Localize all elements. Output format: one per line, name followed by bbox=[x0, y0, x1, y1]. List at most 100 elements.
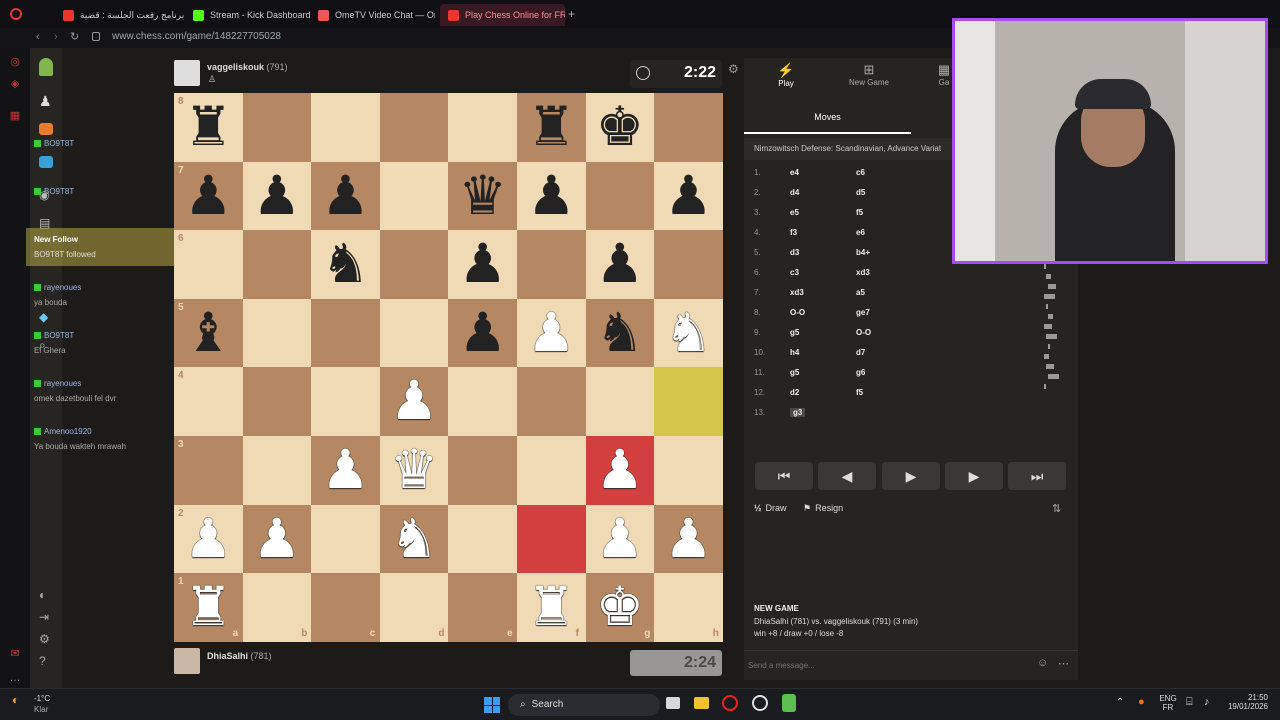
chess-board[interactable]: ♜ 8 ♜ ♚ ♟ 7 ♟ ♟ ♛ ♟ ♟ 6 ♞ ♟ ♟ ♝ 5 ♟ ♟ ♞ ♞ 4 ♟ 3 ♟ ♛ ♟ ♟ 2 ♟ ♞ ♟ ♟ ♜ 1 a b c d e… bbox=[174, 93, 723, 642]
sidebar-apps-icon[interactable]: ▦ bbox=[9, 110, 21, 122]
black-move[interactable]: f5 bbox=[856, 208, 926, 217]
white-move[interactable]: d2 bbox=[790, 388, 856, 397]
tab-1[interactable]: برنامج رفعت الجلسة : قضية bbox=[55, 4, 185, 26]
sidebar-flow-icon[interactable]: ◈ bbox=[9, 78, 21, 90]
white-piece-c3[interactable]: ♟ bbox=[311, 436, 380, 505]
square-h6[interactable] bbox=[654, 230, 723, 299]
square-f2[interactable] bbox=[517, 504, 586, 574]
next-move-button[interactable]: ▶ bbox=[945, 462, 1003, 490]
white-move[interactable]: g5 bbox=[790, 328, 856, 337]
opening-name[interactable]: Nimzowitsch Defense: Scandinavian, Advan… bbox=[744, 138, 952, 160]
last-move-button[interactable]: ⏭ bbox=[1008, 462, 1066, 490]
emoji-icon[interactable]: ☺ bbox=[1037, 657, 1048, 669]
tab-2[interactable]: Stream - Kick Dashboard bbox=[185, 4, 310, 26]
white-move[interactable]: e5 bbox=[790, 208, 856, 217]
learn-nav-icon[interactable] bbox=[39, 156, 53, 168]
white-piece-f5[interactable]: ♟ bbox=[517, 299, 586, 368]
black-piece-a7[interactable]: ♟ bbox=[174, 162, 243, 231]
square-c2[interactable] bbox=[311, 504, 380, 574]
tab-games[interactable]: ▦ Ga bbox=[936, 62, 952, 87]
square-d8[interactable] bbox=[379, 93, 449, 162]
language-indicator[interactable]: ENG FR bbox=[1159, 694, 1177, 712]
prev-move-button[interactable]: ◀ bbox=[818, 462, 876, 490]
black-move[interactable]: a5 bbox=[856, 288, 926, 297]
app-taskbar-icon[interactable] bbox=[752, 695, 768, 711]
black-piece-g6[interactable]: ♟ bbox=[586, 230, 655, 299]
black-piece-g5[interactable]: ♞ bbox=[586, 299, 655, 368]
message-input[interactable] bbox=[748, 657, 1028, 673]
white-piece-b2[interactable]: ♟ bbox=[243, 505, 312, 574]
white-move[interactable]: h4 bbox=[790, 348, 856, 357]
square-g7[interactable] bbox=[585, 161, 655, 231]
white-piece-g2[interactable]: ♟ bbox=[586, 505, 655, 574]
white-move[interactable]: e4 bbox=[790, 168, 856, 177]
play-button[interactable]: ▶ bbox=[882, 462, 940, 490]
back-icon[interactable]: ‹ bbox=[36, 31, 40, 43]
first-move-button[interactable]: ⏮ bbox=[755, 462, 813, 490]
tab-new-game[interactable]: ⊞ New Game bbox=[844, 62, 894, 87]
black-piece-e5[interactable]: ♟ bbox=[448, 299, 517, 368]
square-f4[interactable] bbox=[517, 367, 586, 436]
white-piece-d4[interactable]: ♟ bbox=[380, 367, 449, 436]
white-piece-a2[interactable]: ♟ bbox=[174, 505, 243, 574]
square-b5[interactable] bbox=[242, 298, 312, 368]
tab-3[interactable]: OmeTV Video Chat — Om bbox=[310, 4, 435, 26]
square-b6[interactable] bbox=[242, 230, 312, 299]
black-piece-b7[interactable]: ♟ bbox=[243, 162, 312, 231]
windows-start-icon[interactable] bbox=[484, 697, 500, 713]
microphone-icon[interactable]: ● bbox=[1138, 696, 1145, 708]
black-piece-f8[interactable]: ♜ bbox=[517, 93, 586, 162]
reload-icon[interactable]: ↻ bbox=[70, 30, 79, 43]
white-move[interactable]: f3 bbox=[790, 228, 856, 237]
square-f3[interactable] bbox=[517, 436, 586, 505]
black-piece-f7[interactable]: ♟ bbox=[517, 162, 586, 231]
black-piece-e6[interactable]: ♟ bbox=[448, 230, 517, 299]
white-piece-d3[interactable]: ♛ bbox=[380, 436, 449, 505]
file-explorer-icon[interactable] bbox=[694, 697, 709, 709]
square-h4[interactable] bbox=[654, 367, 723, 436]
square-d7[interactable] bbox=[379, 161, 449, 231]
obs-taskbar-icon[interactable] bbox=[782, 694, 796, 712]
flip-board-icon[interactable]: ⇅ bbox=[1052, 502, 1061, 515]
black-move[interactable]: O-O bbox=[856, 328, 926, 337]
white-move[interactable]: c3 bbox=[790, 268, 856, 277]
square-c8[interactable] bbox=[311, 93, 380, 162]
opponent-name[interactable]: vaggeliskouk (791) bbox=[207, 62, 288, 72]
square-g4[interactable] bbox=[585, 367, 655, 436]
square-e3[interactable] bbox=[448, 436, 517, 505]
square-e4[interactable] bbox=[448, 367, 517, 436]
network-icon[interactable]: ⌸ bbox=[1186, 696, 1193, 709]
opera-taskbar-icon[interactable] bbox=[722, 695, 738, 711]
black-piece-c7[interactable]: ♟ bbox=[311, 162, 380, 231]
square-d6[interactable] bbox=[379, 230, 449, 299]
resign-button[interactable]: ⚑ Resign bbox=[803, 503, 843, 514]
player-avatar[interactable] bbox=[174, 648, 200, 674]
square-e2[interactable] bbox=[448, 504, 517, 574]
square-b4[interactable] bbox=[242, 367, 312, 436]
black-piece-d5[interactable] bbox=[380, 299, 449, 368]
task-view-icon[interactable] bbox=[666, 697, 680, 709]
tab-4-active[interactable]: Play Chess Online for FRE bbox=[440, 4, 565, 26]
black-move[interactable]: d7 bbox=[856, 348, 926, 357]
play-nav-icon[interactable]: ♟ bbox=[39, 93, 52, 110]
puzzles-nav-icon[interactable] bbox=[39, 123, 53, 135]
white-move[interactable]: d4 bbox=[790, 188, 856, 197]
white-move[interactable]: xd3 bbox=[790, 288, 856, 297]
square-b3[interactable] bbox=[242, 436, 312, 505]
black-move[interactable]: ge7 bbox=[856, 308, 926, 317]
new-tab-icon[interactable]: + bbox=[568, 8, 575, 20]
black-piece-e7[interactable]: ♛ bbox=[448, 162, 517, 231]
sidebar-messenger-icon[interactable]: ◎ bbox=[9, 56, 21, 68]
diamond-icon[interactable]: ◆ bbox=[39, 310, 48, 324]
white-piece-d2[interactable]: ♞ bbox=[380, 505, 449, 574]
tab-play[interactable]: ⚡ Play bbox=[764, 62, 808, 88]
black-piece-c6[interactable]: ♞ bbox=[311, 230, 380, 299]
weather-icon[interactable]: ◐ bbox=[12, 693, 19, 707]
square-a6[interactable] bbox=[174, 230, 243, 299]
black-move[interactable]: b4+ bbox=[856, 248, 926, 257]
chess-logo-icon[interactable] bbox=[39, 58, 53, 76]
white-piece-h2[interactable]: ♟ bbox=[654, 505, 723, 574]
black-move[interactable]: xd3 bbox=[856, 268, 926, 277]
square-e8[interactable] bbox=[448, 93, 517, 162]
black-move[interactable]: e6 bbox=[856, 228, 926, 237]
